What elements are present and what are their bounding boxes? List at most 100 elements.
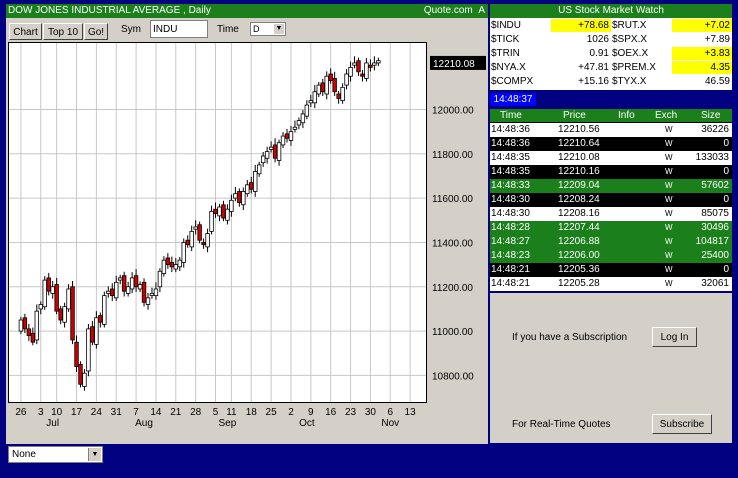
- symbol-input[interactable]: [150, 20, 208, 38]
- candle: [241, 191, 246, 206]
- ts-price: 12210.16: [558, 166, 600, 177]
- candle: [356, 60, 361, 73]
- candle: [320, 82, 325, 93]
- candle: [173, 264, 178, 270]
- candle: [169, 261, 175, 268]
- login-button[interactable]: Log In: [652, 327, 697, 347]
- candle: [102, 295, 107, 325]
- candle: [300, 113, 306, 124]
- time-sales-row: 14:48:35 12210.08 W 133033: [490, 151, 732, 165]
- top10-button[interactable]: Top 10: [43, 23, 83, 40]
- mw-symbol: $OEX.X: [612, 48, 649, 59]
- ts-time: 14:48:21: [491, 264, 530, 275]
- candle: [280, 135, 286, 146]
- candle: [229, 199, 234, 212]
- time-sales-header: Time Price Info Exch Size: [490, 109, 732, 122]
- candle: [137, 284, 143, 290]
- candle: [221, 204, 226, 219]
- x-tick-label: 9: [308, 407, 314, 418]
- mw-value: +7.02: [672, 19, 732, 32]
- ts-time: 14:48:27: [491, 236, 530, 247]
- ts-price: 12205.36: [558, 264, 600, 275]
- col-exch: Exch: [655, 110, 678, 121]
- x-tick-label: 17: [71, 407, 83, 418]
- ts-time: 14:48:35: [491, 166, 530, 177]
- x-tick-label: 26: [15, 407, 27, 418]
- x-tick-label: 31: [111, 407, 123, 418]
- mw-symbol: $TICK: [491, 34, 520, 45]
- candle: [26, 328, 32, 336]
- mw-value: 4.35: [672, 61, 732, 74]
- candle: [181, 242, 186, 263]
- candle: [288, 131, 294, 141]
- time-select[interactable]: D ▼: [250, 22, 286, 36]
- ts-time: 14:48:21: [491, 278, 530, 289]
- candle: [296, 120, 302, 126]
- ts-size: 30496: [701, 222, 729, 233]
- candle: [201, 242, 206, 246]
- time-sales-row: 14:48:35 12210.16 W 0: [490, 165, 732, 179]
- candle: [245, 184, 250, 195]
- realtime-text: For Real-Time Quotes: [512, 419, 611, 430]
- ts-exch: W: [665, 125, 673, 134]
- ts-price: 12208.16: [558, 208, 600, 219]
- time-sales-row: 14:48:28 12207.44 W 30496: [490, 221, 732, 235]
- candle: [86, 328, 91, 372]
- ts-exch: W: [665, 265, 673, 274]
- chevron-down-icon: ▼: [274, 24, 284, 34]
- ts-exch: W: [665, 195, 673, 204]
- ts-exch: W: [665, 181, 673, 190]
- time-sales-row: 14:48:36 12210.64 W 0: [490, 137, 732, 151]
- subscribe-button[interactable]: Subscribe: [652, 414, 712, 434]
- x-tick-label: 2: [288, 407, 294, 418]
- candle: [118, 277, 123, 281]
- candle: [18, 319, 24, 332]
- time-select-value: D: [253, 24, 260, 34]
- price-chart: 12000.00 11800.00 11600.00 11400.00 11200.00…: [9, 43, 486, 429]
- candle: [372, 62, 377, 66]
- x-tick-label: 24: [91, 407, 103, 418]
- y-tick-label: 11800.00: [432, 150, 473, 161]
- indicator-select[interactable]: None ▼: [8, 446, 103, 463]
- candle: [253, 171, 258, 192]
- ts-price: 12210.56: [558, 124, 600, 135]
- ts-exch: W: [665, 139, 673, 148]
- ts-size: 0: [723, 138, 729, 149]
- col-size: Size: [701, 110, 721, 121]
- candle: [249, 182, 254, 190]
- go-button[interactable]: Go!: [84, 23, 108, 40]
- candle: [34, 310, 39, 341]
- candle: [145, 297, 151, 305]
- ts-time: 14:48:30: [491, 208, 530, 219]
- candle: [94, 317, 99, 345]
- y-tick-label: 11000.00: [432, 327, 473, 338]
- candle: [284, 133, 290, 139]
- candle: [62, 306, 67, 323]
- y-tick-label: 12000.00: [432, 105, 474, 116]
- ts-size: 32061: [701, 278, 729, 289]
- candle: [197, 224, 202, 241]
- candle: [58, 308, 63, 321]
- ts-price: 12206.00: [558, 250, 600, 261]
- ts-size: 25400: [701, 250, 729, 261]
- candle: [121, 275, 127, 292]
- ts-exch: W: [665, 153, 673, 162]
- ts-price: 12208.24: [558, 194, 600, 205]
- ticker-strip: [0, 466, 738, 478]
- chart-button[interactable]: Chart: [9, 23, 42, 40]
- market-watch-title: US Stock Market Watch: [490, 4, 732, 18]
- candle: [70, 286, 75, 341]
- candle: [256, 164, 262, 175]
- clock-display: 14:48:37: [490, 93, 536, 106]
- candle: [332, 78, 337, 93]
- time-label: Time: [217, 24, 239, 35]
- mw-symbol: $SPX.X: [612, 34, 648, 45]
- time-sales-row: 14:48:23 12206.00 W 25400: [490, 249, 732, 263]
- mw-symbol: $COMPX: [491, 76, 534, 87]
- mw-value: +7.89: [672, 33, 732, 46]
- ts-price: 12207.44: [558, 222, 600, 233]
- candle: [185, 239, 190, 246]
- candle: [157, 270, 163, 288]
- ts-exch: W: [665, 209, 673, 218]
- month-label: Jul: [46, 418, 59, 429]
